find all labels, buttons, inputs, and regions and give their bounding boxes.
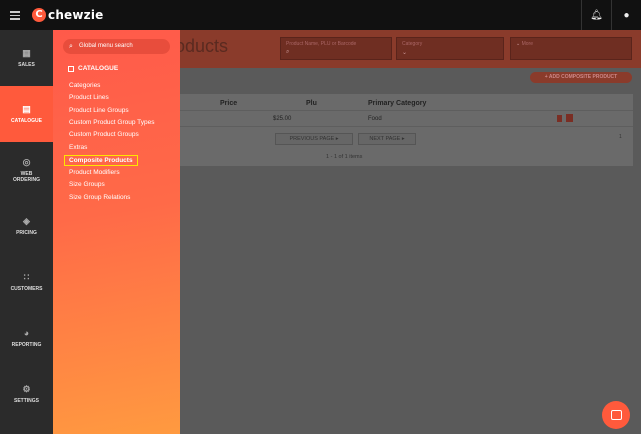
notifications-bell-icon[interactable]: 🔔︎ <box>581 0 611 30</box>
sidebar-item-label: PRICING <box>16 229 37 236</box>
sales-icon: ▦ <box>22 47 31 58</box>
menu-heading-label: CATALOGUE <box>78 65 119 72</box>
main-sidebar: ▦ SALES ▤ CATALOGUE ◎ WEB ORDERING ◈ PRI… <box>0 30 53 434</box>
web-icon: ◎ <box>22 156 31 167</box>
delete-icon[interactable] <box>557 115 562 122</box>
sidebar-item-customers[interactable]: ∷ CUSTOMERS <box>0 254 53 310</box>
menu-item-extras[interactable]: Extras <box>69 144 87 151</box>
search-placeholder: Product Name, PLU or Barcode <box>286 41 357 47</box>
page-title: oducts <box>175 36 229 56</box>
previous-page-label: PREVIOUS PAGE <box>289 136 335 142</box>
copy-icon[interactable] <box>566 114 573 122</box>
sidebar-item-label: REPORTING <box>11 341 42 348</box>
pagination-summary: 1 - 1 of 1 items <box>326 154 363 160</box>
menu-item-product-line-groups[interactable]: Product Line Groups <box>69 107 129 114</box>
page-number[interactable]: 1 <box>619 134 622 140</box>
product-search-input[interactable]: Product Name, PLU or Barcode ⌕ <box>280 37 392 60</box>
menu-item-custom-product-groups[interactable]: Custom Product Groups <box>69 131 139 138</box>
logo-text: chewzie <box>48 8 104 22</box>
menu-item-custom-product-group-types[interactable]: Custom Product Group Types <box>69 119 155 126</box>
sidebar-item-reporting[interactable]: ◕ REPORTING <box>0 310 53 366</box>
add-composite-product-button[interactable]: + ADD COMPOSITE PRODUCT <box>530 72 632 83</box>
sidebar-item-label: WEB ORDERING <box>13 170 40 183</box>
menu-search-placeholder: Global menu search <box>79 43 133 49</box>
sidebar-item-pricing[interactable]: ◈ PRICING <box>0 198 53 254</box>
chevron-down-icon: ⌄ <box>516 41 521 47</box>
sidebar-item-label: CUSTOMERS <box>10 285 43 292</box>
category-select[interactable]: Category ⌄ <box>396 37 504 60</box>
pricing-icon: ◈ <box>23 215 30 226</box>
sidebar-item-settings[interactable]: ⚙ SETTINGS <box>0 366 53 422</box>
app-logo[interactable]: C chewzie <box>32 7 104 23</box>
column-header-price[interactable]: Price <box>220 100 237 107</box>
hamburger-menu-icon[interactable] <box>10 11 20 20</box>
settings-icon: ⚙ <box>22 383 31 394</box>
cell-primary-category: Food <box>368 116 382 122</box>
menu-item-product-modifiers[interactable]: Product Modifiers <box>69 169 120 176</box>
chat-launcher-button[interactable] <box>602 401 630 429</box>
category-label: Category <box>402 41 423 47</box>
sidebar-item-label: CATALOGUE <box>11 117 42 124</box>
menu-item-product-lines[interactable]: Product Lines <box>69 94 109 101</box>
next-page-button[interactable]: NEXT PAGE ▸ <box>358 133 416 145</box>
menu-heading: CATALOGUE <box>68 65 118 72</box>
customers-icon: ∷ <box>23 271 30 282</box>
sidebar-item-label: SETTINGS <box>13 397 39 404</box>
chat-icon <box>610 410 622 420</box>
sidebar-item-label: SALES <box>18 61 35 68</box>
sidebar-item-web-ordering[interactable]: ◎ WEB ORDERING <box>0 142 53 198</box>
logo-mark-icon: C <box>32 8 46 22</box>
previous-page-button[interactable]: PREVIOUS PAGE ▸ <box>275 133 353 145</box>
search-icon: ⌕ <box>69 43 73 50</box>
reporting-icon: ◕ <box>23 327 30 338</box>
catalogue-icon: ▤ <box>22 103 31 114</box>
table-divider <box>180 126 633 127</box>
sidebar-item-sales[interactable]: ▦ SALES <box>0 30 53 86</box>
catalogue-menu-panel <box>53 30 180 434</box>
column-header-primary-category[interactable]: Primary Category <box>368 100 426 107</box>
menu-item-size-groups[interactable]: Size Groups <box>69 181 105 188</box>
next-page-label: NEXT PAGE <box>369 136 401 142</box>
top-bar: C chewzie 🔔︎ ● <box>0 0 641 30</box>
user-account-icon[interactable]: ● <box>611 0 641 30</box>
search-icon: ⌕ <box>286 49 290 55</box>
menu-item-size-group-relations[interactable]: Size Group Relations <box>69 194 130 201</box>
table-divider <box>180 110 633 111</box>
column-header-plu[interactable]: Plu <box>306 100 317 107</box>
cell-price: $25.00 <box>273 116 292 122</box>
chevron-down-icon: ⌄ <box>402 50 408 56</box>
menu-item-composite-products[interactable]: Composite Products <box>64 155 138 166</box>
more-filter-select[interactable]: ⌄ More <box>510 37 632 60</box>
menu-item-categories[interactable]: Categories <box>69 82 100 89</box>
global-menu-search-input[interactable]: ⌕ Global menu search <box>63 39 170 54</box>
sidebar-item-catalogue[interactable]: ▤ CATALOGUE <box>0 86 53 142</box>
more-label: More <box>521 41 533 47</box>
catalogue-icon <box>68 65 74 72</box>
